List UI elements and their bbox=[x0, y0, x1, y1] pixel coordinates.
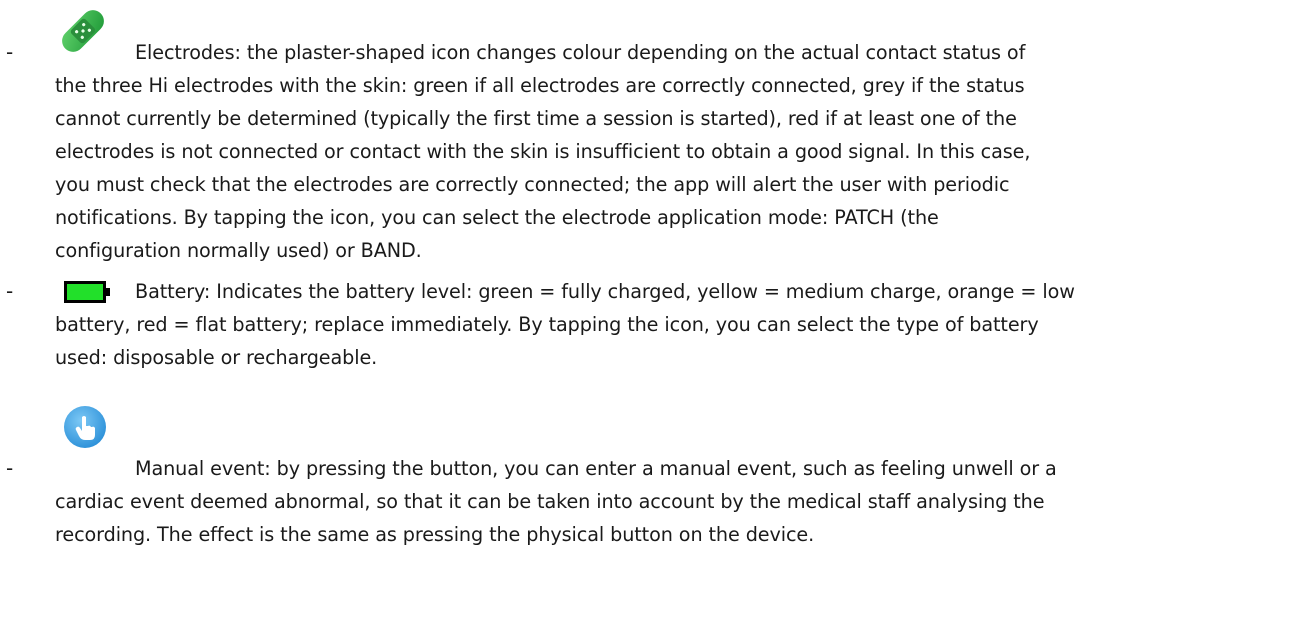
battery-description: Battery: Indicates the battery level: gr… bbox=[55, 280, 1075, 369]
touch-hand-icon bbox=[63, 405, 107, 453]
list-item-electrodes: - Electrodes: the plaster-shaped icon ch… bbox=[0, 0, 1304, 275]
electrodes-description: Electrodes: the plaster-shaped icon chan… bbox=[55, 41, 1031, 262]
manual-event-description: Manual event: by pressing the button, yo… bbox=[55, 457, 1057, 546]
list-item-battery: - Battery: Indicates the battery level: … bbox=[0, 275, 1304, 405]
bullet-dash: - bbox=[6, 40, 14, 64]
bullet-dash: - bbox=[6, 279, 14, 303]
list-item-manual-event: - Manual event: by pressing the button, … bbox=[0, 405, 1304, 642]
bullet-dash: - bbox=[6, 456, 14, 480]
